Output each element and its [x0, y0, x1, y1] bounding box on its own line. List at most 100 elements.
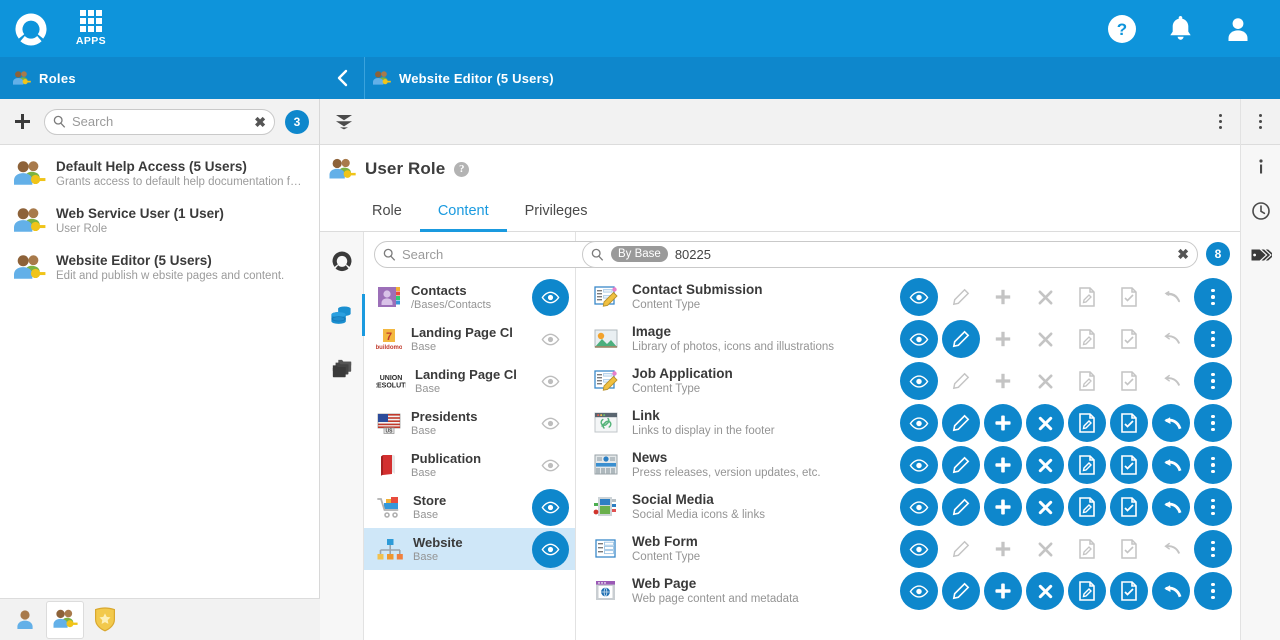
apps-button[interactable]: APPS [62, 10, 120, 47]
perm-draft[interactable] [1068, 320, 1106, 358]
perm-approve[interactable] [1110, 278, 1148, 316]
roles-filter-button[interactable] [46, 601, 84, 639]
filter-chip-by-base[interactable]: By Base [611, 246, 668, 262]
perm-approve[interactable] [1110, 446, 1148, 484]
base-search-box[interactable]: ✖ [374, 241, 605, 268]
perm-more[interactable] [1194, 278, 1232, 316]
back-button[interactable] [320, 57, 365, 99]
roles-tab[interactable]: Roles [0, 57, 320, 99]
base-search-input[interactable] [402, 247, 578, 262]
perm-delete[interactable] [1026, 404, 1064, 442]
perm-edit[interactable] [942, 530, 980, 568]
perm-revert[interactable] [1152, 530, 1190, 568]
perm-view[interactable] [900, 572, 938, 610]
brand-icon[interactable] [320, 244, 364, 278]
clear-content-search-icon[interactable]: ✖ [1177, 247, 1189, 261]
list-item[interactable]: Store Base [364, 486, 575, 528]
bases-icon[interactable] [320, 298, 364, 332]
perm-more[interactable] [1194, 530, 1232, 568]
table-row[interactable]: Web Page Web page content and metadata [576, 570, 1240, 612]
perm-revert[interactable] [1152, 278, 1190, 316]
list-item[interactable]: Website Base [364, 528, 575, 570]
perm-add[interactable] [984, 446, 1022, 484]
perm-view[interactable] [900, 320, 938, 358]
privileges-filter-button[interactable] [86, 601, 124, 639]
list-item[interactable]: US Presidents Base [364, 402, 575, 444]
tab-role[interactable]: Role [354, 193, 420, 232]
perm-edit[interactable] [942, 488, 980, 526]
perm-add[interactable] [984, 362, 1022, 400]
perm-more[interactable] [1194, 572, 1232, 610]
table-row[interactable]: Link Links to display in the footer [576, 402, 1240, 444]
table-row[interactable]: Social Media Social Media icons & links [576, 486, 1240, 528]
brand-logo[interactable] [0, 11, 62, 47]
table-row[interactable]: Web Form Content Type [576, 528, 1240, 570]
perm-approve[interactable] [1110, 404, 1148, 442]
roles-search-box[interactable]: ✖ [44, 109, 275, 135]
base-visibility-toggle[interactable] [532, 363, 569, 400]
list-item[interactable]: Publication Base [364, 444, 575, 486]
perm-edit[interactable] [942, 278, 980, 316]
perm-approve[interactable] [1110, 572, 1148, 610]
perm-delete[interactable] [1026, 278, 1064, 316]
content-type-count-badge[interactable]: 8 [1206, 242, 1230, 266]
table-row[interactable]: Contact Submission Content Type [576, 276, 1240, 318]
perm-approve[interactable] [1110, 320, 1148, 358]
roles-count-badge[interactable]: 3 [285, 110, 309, 134]
perm-more[interactable] [1194, 488, 1232, 526]
right-rail-kebab[interactable] [1241, 99, 1280, 145]
kebab-menu-icon[interactable] [1215, 114, 1226, 129]
base-visibility-toggle[interactable] [532, 531, 569, 568]
perm-add[interactable] [984, 488, 1022, 526]
perm-delete[interactable] [1026, 488, 1064, 526]
users-filter-button[interactable] [6, 601, 44, 639]
perm-more[interactable] [1194, 446, 1232, 484]
user-avatar-icon[interactable] [1224, 15, 1252, 43]
perm-view[interactable] [900, 362, 938, 400]
perm-edit[interactable] [942, 572, 980, 610]
perm-more[interactable] [1194, 320, 1232, 358]
tab-privileges[interactable]: Privileges [507, 193, 606, 232]
perm-view[interactable] [900, 278, 938, 316]
content-type-search-box[interactable]: By Base ✖ [582, 241, 1198, 268]
perm-more[interactable] [1194, 404, 1232, 442]
table-row[interactable]: Image Library of photos, icons and illus… [576, 318, 1240, 360]
perm-edit[interactable] [942, 446, 980, 484]
perm-delete[interactable] [1026, 446, 1064, 484]
roles-search-input[interactable] [72, 114, 248, 129]
perm-delete[interactable] [1026, 572, 1064, 610]
list-item[interactable]: Web Service User (1 User) User Role [0, 198, 319, 245]
base-visibility-toggle[interactable] [532, 279, 569, 316]
perm-revert[interactable] [1152, 572, 1190, 610]
bell-icon[interactable] [1167, 14, 1194, 43]
perm-approve[interactable] [1110, 488, 1148, 526]
perm-edit[interactable] [942, 362, 980, 400]
perm-delete[interactable] [1026, 530, 1064, 568]
perm-delete[interactable] [1026, 362, 1064, 400]
list-item[interactable]: 7 buildomo Landing Page Cl Base [364, 318, 575, 360]
help-icon[interactable]: ? [1107, 14, 1137, 44]
list-item[interactable]: Contacts /Bases/Contacts [364, 276, 575, 318]
perm-draft[interactable] [1068, 278, 1106, 316]
layers-icon[interactable] [334, 113, 360, 130]
perm-draft[interactable] [1068, 362, 1106, 400]
perm-add[interactable] [984, 404, 1022, 442]
perm-revert[interactable] [1152, 404, 1190, 442]
list-item[interactable]: Website Editor (5 Users) Edit and publis… [0, 245, 319, 292]
list-item[interactable]: UNION RESOLUTE Landing Page Cl Base [364, 360, 575, 402]
perm-edit[interactable] [942, 320, 980, 358]
perm-revert[interactable] [1152, 320, 1190, 358]
perm-draft[interactable] [1068, 446, 1106, 484]
base-visibility-toggle[interactable] [532, 489, 569, 526]
add-role-button[interactable] [10, 113, 34, 130]
tags-icon[interactable] [1241, 233, 1280, 277]
base-visibility-toggle[interactable] [532, 447, 569, 484]
perm-revert[interactable] [1152, 446, 1190, 484]
history-clock-icon[interactable] [1241, 189, 1280, 233]
perm-view[interactable] [900, 488, 938, 526]
info-icon[interactable] [1241, 145, 1280, 189]
perm-draft[interactable] [1068, 488, 1106, 526]
perm-delete[interactable] [1026, 320, 1064, 358]
perm-add[interactable] [984, 530, 1022, 568]
perm-add[interactable] [984, 278, 1022, 316]
